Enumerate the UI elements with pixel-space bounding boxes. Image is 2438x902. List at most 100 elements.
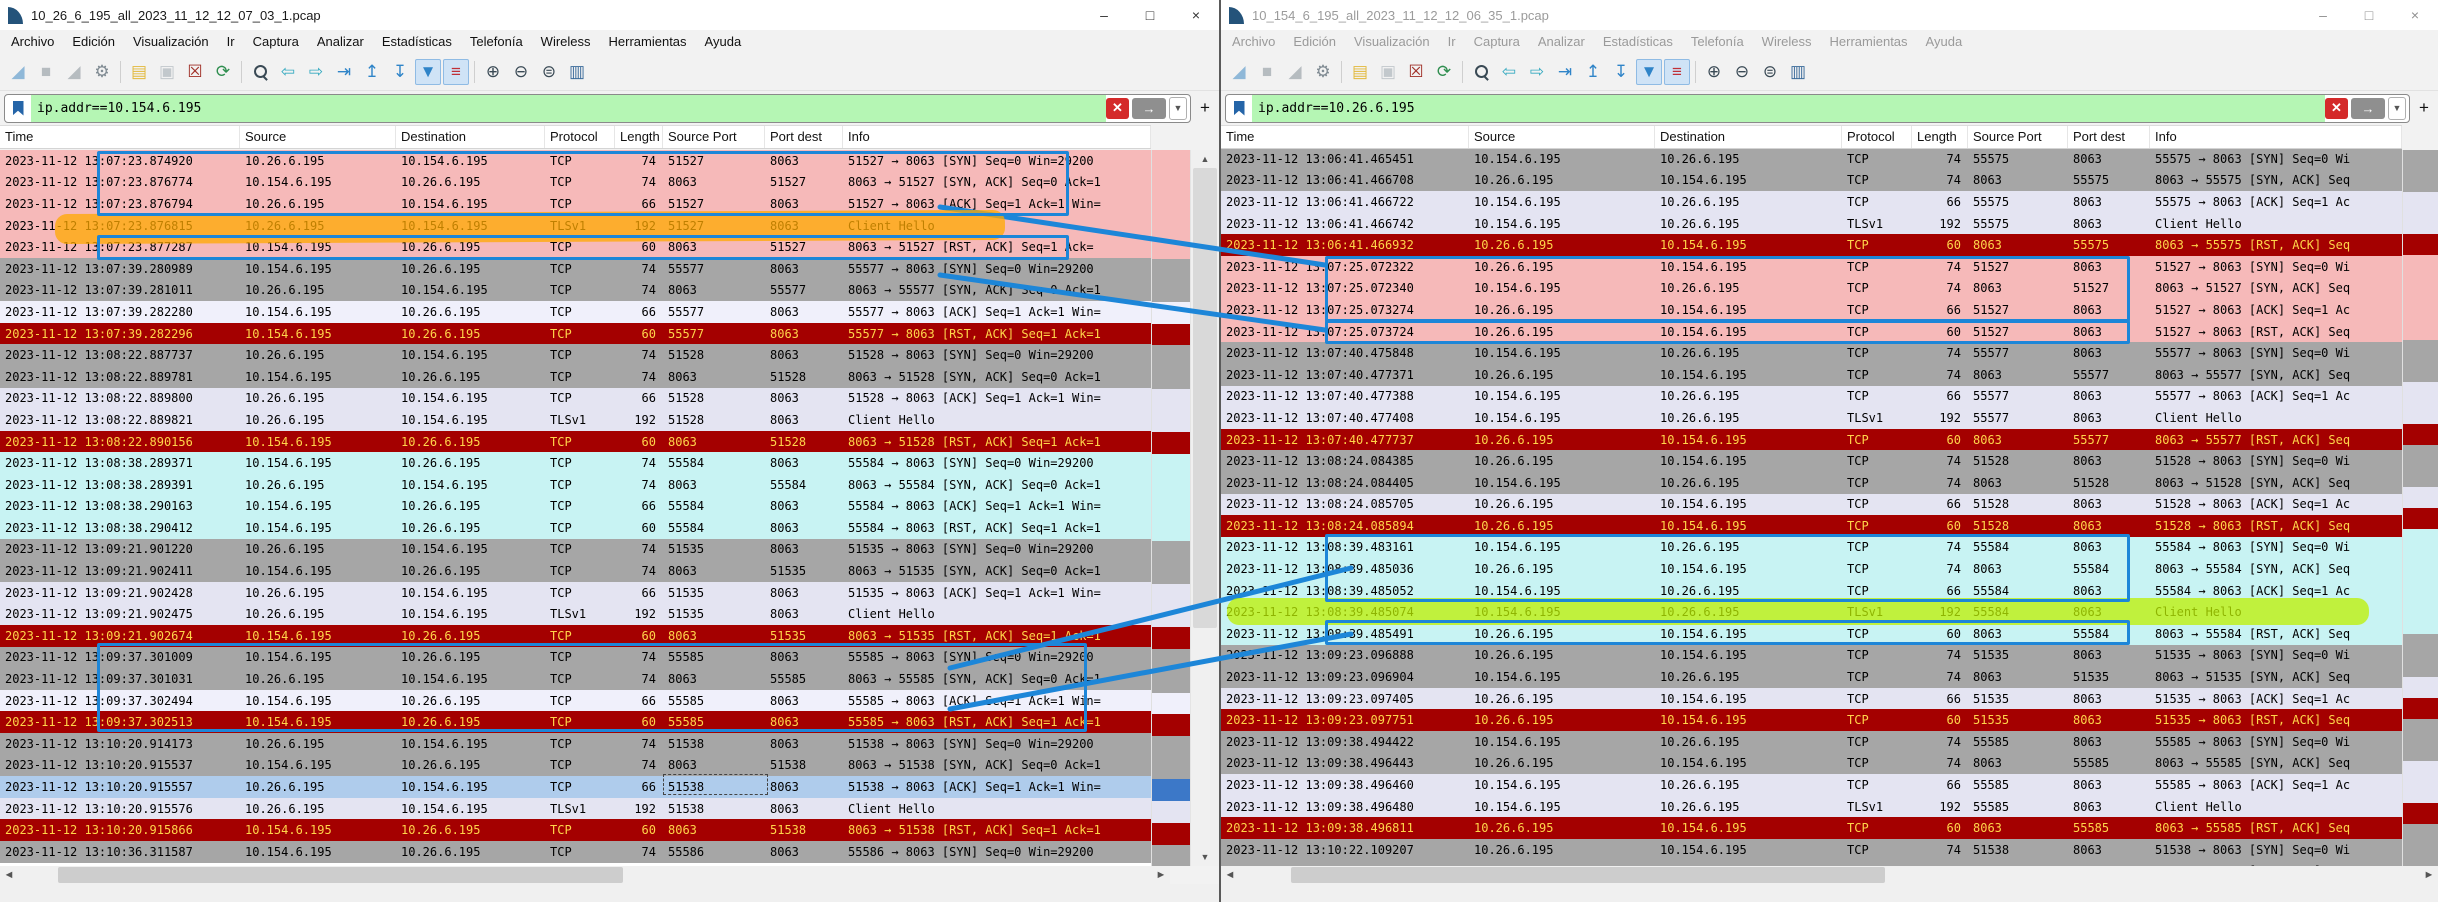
go-forward-icon[interactable]: ⇨ [1524, 59, 1550, 85]
go-forward-icon[interactable]: ⇨ [303, 59, 329, 85]
scroll-up-icon[interactable]: ▲ [1191, 150, 1219, 168]
packet-row[interactable]: 2023-11-12 13:10:36.311587 10.154.6.195 10… [0, 841, 1151, 863]
maximize-button[interactable]: □ [2346, 0, 2392, 30]
go-to-packet-icon[interactable]: ⇥ [331, 59, 357, 85]
packet-row[interactable]: 2023-11-12 13:07:25.072322 10.26.6.195 10.… [1221, 255, 2402, 278]
menu-ir[interactable]: Ir [218, 34, 244, 49]
column-header-protocol[interactable]: Protocol [1842, 126, 1912, 148]
packet-row[interactable]: 2023-11-12 13:10:20.915576 10.26.6.195 10.… [0, 797, 1151, 820]
column-header-source[interactable]: Source [240, 126, 396, 148]
filter-dropdown-button[interactable]: ▼ [1169, 96, 1187, 120]
packet-row[interactable]: 2023-11-12 13:07:23.877287 10.154.6.195 10… [0, 236, 1151, 258]
column-header-info[interactable]: Info [2150, 126, 2402, 148]
zoom-reset-icon[interactable]: ⊜ [1757, 59, 1783, 85]
minimize-button[interactable]: – [1081, 0, 1127, 30]
filter-bookmark-button[interactable] [1226, 100, 1252, 116]
open-file-icon[interactable]: ▤ [1347, 59, 1373, 85]
packet-row[interactable]: 2023-11-12 13:07:25.073724 10.26.6.195 10.… [1221, 320, 2402, 343]
column-header-destination[interactable]: Destination [396, 126, 545, 148]
packet-row[interactable]: 2023-11-12 13:08:22.890156 10.154.6.195 10… [0, 430, 1151, 453]
minimize-button[interactable]: – [2300, 0, 2346, 30]
go-top-icon[interactable]: ↥ [359, 59, 385, 85]
title-bar[interactable]: 10_26_6_195_all_2023_11_12_12_07_03_1.pc… [0, 0, 1219, 30]
column-header-source-port[interactable]: Source Port [663, 126, 765, 148]
scroll-left-icon[interactable]: ◄ [0, 866, 18, 884]
horizontal-scroll-thumb[interactable] [58, 867, 623, 883]
restart-capture-icon[interactable]: ◢ [1282, 59, 1308, 85]
packet-row[interactable]: 2023-11-12 13:08:38.290412 10.154.6.195 10… [0, 517, 1151, 539]
menu-archivo[interactable]: Archivo [1223, 34, 1284, 49]
go-bottom-icon[interactable]: ↧ [387, 59, 413, 85]
packet-row[interactable]: 2023-11-12 13:08:22.887737 10.26.6.195 10.… [0, 344, 1151, 366]
menu-visualización[interactable]: Visualización [1345, 34, 1439, 49]
packet-row[interactable]: 2023-11-12 13:08:24.085705 10.26.6.195 10.… [1221, 493, 2402, 516]
go-to-packet-icon[interactable]: ⇥ [1552, 59, 1578, 85]
menu-herramientas[interactable]: Herramientas [600, 34, 696, 49]
packet-row[interactable]: 2023-11-12 13:10:20.915866 10.154.6.195 10… [0, 819, 1151, 841]
colorize-icon[interactable]: ≡ [1664, 58, 1690, 85]
reload-file-icon[interactable]: ⟳ [1431, 59, 1457, 85]
packet-row[interactable]: 2023-11-12 13:08:39.485491 10.26.6.195 10.… [1221, 623, 2402, 645]
zoom-out-icon[interactable]: ⊖ [1729, 59, 1755, 85]
menu-wireless[interactable]: Wireless [532, 34, 600, 49]
packet-row[interactable]: 2023-11-12 13:09:21.901220 10.26.6.195 10.… [0, 538, 1151, 561]
packet-row[interactable]: 2023-11-12 13:09:38.494422 10.154.6.195 10… [1221, 731, 2402, 753]
packet-row[interactable]: 2023-11-12 13:09:23.096888 10.26.6.195 10.… [1221, 644, 2402, 667]
packet-row[interactable]: 2023-11-12 13:09:38.496460 10.154.6.195 10… [1221, 774, 2402, 796]
go-bottom-icon[interactable]: ↧ [1608, 59, 1634, 85]
column-header-destination[interactable]: Destination [1655, 126, 1842, 148]
display-filter-input[interactable]: ip.addr==10.154.6.195 [31, 94, 1106, 122]
menu-archivo[interactable]: Archivo [2, 34, 63, 49]
menu-wireless[interactable]: Wireless [1753, 34, 1821, 49]
menu-ir[interactable]: Ir [1439, 34, 1465, 49]
packet-row[interactable]: 2023-11-12 13:07:39.282280 10.154.6.195 10… [0, 301, 1151, 323]
menu-telefonía[interactable]: Telefonía [461, 34, 532, 49]
packet-row[interactable]: 2023-11-12 13:09:23.097405 10.26.6.195 10.… [1221, 687, 2402, 710]
filter-clear-button[interactable]: ✕ [2325, 97, 2348, 119]
packet-row[interactable]: 2023-11-12 13:07:40.477737 10.26.6.195 10.… [1221, 428, 2402, 451]
menu-telefonía[interactable]: Telefonía [1682, 34, 1753, 49]
zoom-out-icon[interactable]: ⊖ [508, 59, 534, 85]
packet-row[interactable]: 2023-11-12 13:09:37.301031 10.26.6.195 10.… [0, 668, 1151, 690]
packet-row[interactable]: 2023-11-12 13:08:39.485036 10.26.6.195 10.… [1221, 558, 2402, 580]
packet-row[interactable]: 2023-11-12 13:06:41.465451 10.154.6.195 10… [1221, 148, 2402, 170]
packet-minimap[interactable] [2402, 150, 2438, 867]
column-header-length[interactable]: Length [615, 126, 663, 148]
column-header-info[interactable]: Info [843, 126, 1151, 148]
title-bar[interactable]: 10_154_6_195_all_2023_11_12_12_06_35_1.p… [1221, 0, 2438, 30]
menu-edición[interactable]: Edición [63, 34, 124, 49]
autoscroll-icon[interactable]: ▼ [1636, 58, 1662, 85]
vertical-scrollbar[interactable]: ▲ ▼ [1190, 150, 1219, 866]
go-top-icon[interactable]: ↥ [1580, 59, 1606, 85]
packet-row[interactable]: 2023-11-12 13:08:39.485074 10.154.6.195 10… [1221, 601, 2402, 624]
save-file-icon[interactable]: ▣ [154, 59, 180, 85]
packet-row[interactable]: 2023-11-12 13:08:24.084405 10.154.6.195 10… [1221, 471, 2402, 494]
packet-row[interactable]: 2023-11-12 13:07:39.281011 10.26.6.195 10.… [0, 279, 1151, 302]
packet-row[interactable]: 2023-11-12 13:08:22.889800 10.26.6.195 10.… [0, 387, 1151, 410]
packet-row[interactable]: 2023-11-12 13:09:37.302513 10.154.6.195 10… [0, 711, 1151, 734]
scroll-right-icon[interactable]: ► [1152, 866, 1170, 884]
menu-ayuda[interactable]: Ayuda [696, 34, 751, 49]
stop-capture-icon[interactable]: ■ [1254, 59, 1280, 85]
display-filter-input[interactable]: ip.addr==10.26.6.195 [1252, 94, 2325, 122]
filter-dropdown-button[interactable]: ▼ [2388, 96, 2406, 120]
packet-row[interactable]: 2023-11-12 13:07:23.876774 10.154.6.195 10… [0, 171, 1151, 194]
horizontal-scrollbar[interactable]: ◄ ► [1221, 866, 2438, 884]
close-file-icon[interactable]: ☒ [1403, 59, 1429, 85]
packet-row[interactable]: 2023-11-12 13:07:39.280989 10.154.6.195 10… [0, 257, 1151, 280]
menu-analizar[interactable]: Analizar [1529, 34, 1594, 49]
autoscroll-icon[interactable]: ▼ [415, 58, 441, 85]
go-back-icon[interactable]: ⇦ [1496, 59, 1522, 85]
packet-row[interactable]: 2023-11-12 13:09:38.496443 10.26.6.195 10.… [1221, 752, 2402, 775]
packet-row[interactable]: 2023-11-12 13:07:23.876815 10.26.6.195 10.… [0, 214, 1151, 237]
column-header-time[interactable]: Time [0, 126, 240, 148]
capture-options-icon[interactable]: ⚙ [1310, 59, 1336, 85]
filter-add-button[interactable]: + [2414, 95, 2434, 122]
packet-row[interactable]: 2023-11-12 13:07:39.282296 10.154.6.195 10… [0, 322, 1151, 345]
horizontal-scrollbar[interactable]: ◄ ► [0, 866, 1170, 884]
filter-add-button[interactable]: + [1195, 95, 1215, 122]
packet-row[interactable]: 2023-11-12 13:09:21.902674 10.154.6.195 10… [0, 625, 1151, 647]
colorize-icon[interactable]: ≡ [443, 58, 469, 85]
menu-herramientas[interactable]: Herramientas [1821, 34, 1917, 49]
menu-analizar[interactable]: Analizar [308, 34, 373, 49]
